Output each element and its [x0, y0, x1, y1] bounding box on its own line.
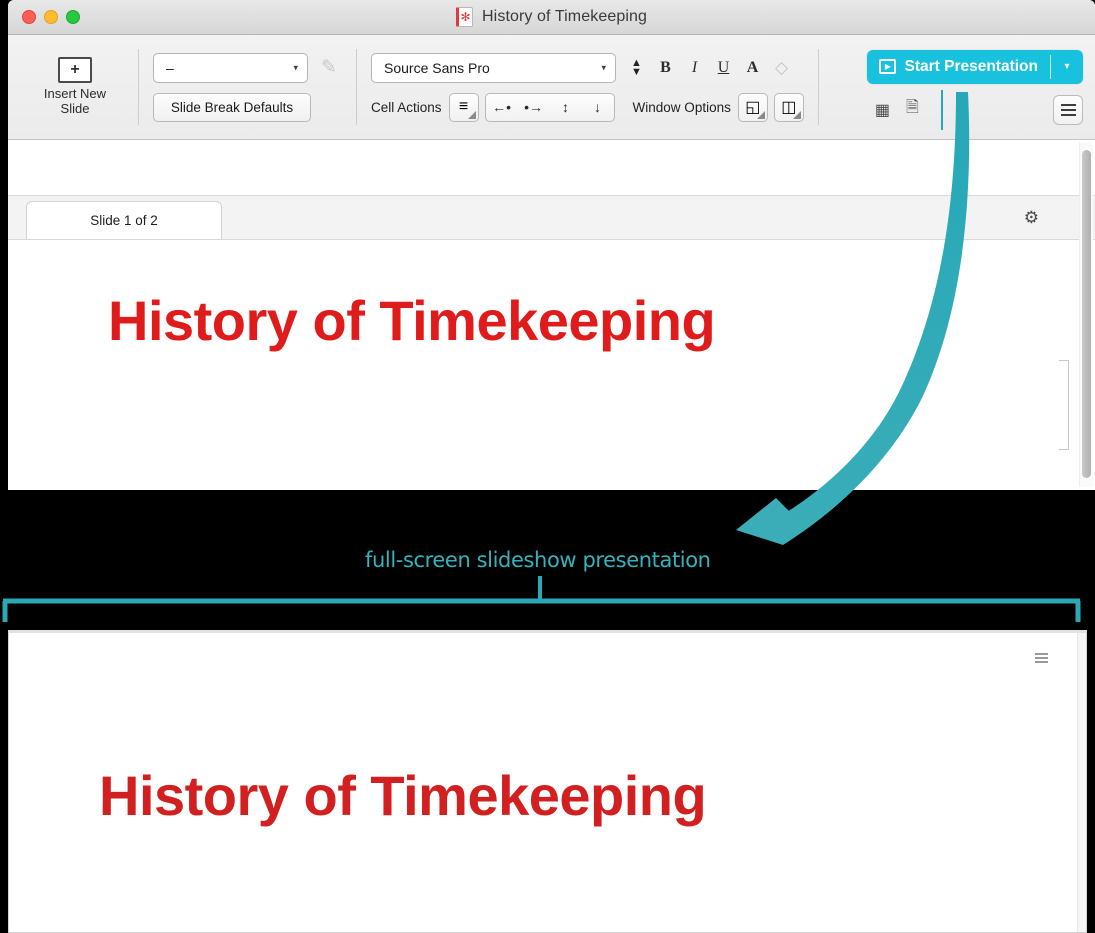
maximize-button[interactable] [66, 10, 80, 24]
slide-canvas: History of Timekeeping [8, 240, 1095, 484]
clear-formatting-icon[interactable]: ◇ [769, 55, 794, 81]
insert-new-slide-label: Insert New Slide [43, 86, 107, 116]
toolbar-divider-3 [817, 49, 819, 125]
format-group: Source Sans Pro ▾ ▲ ▼ B I U A ◇ Cell Acti… [361, 35, 814, 139]
teal-divider [941, 89, 944, 130]
start-presentation-button[interactable]: ▶ Start Presentation ▾ [867, 49, 1083, 84]
toolbar-divider [138, 49, 139, 125]
grid-view-icon[interactable]: ▦ [867, 97, 897, 123]
gear-icon[interactable]: ⚙ [1024, 208, 1039, 228]
presentation-scrollbar[interactable] [1077, 633, 1086, 932]
title-bar: ✻ History of Timekeeping [8, 0, 1095, 35]
presentation-slide-title: History of Timekeeping [99, 764, 707, 827]
annotation-label: full-screen slideshow presentation [365, 548, 711, 572]
traffic-lights [22, 10, 80, 24]
start-presentation-label: Start Presentation [904, 57, 1038, 75]
pen-strike-icon[interactable]: ✎ [316, 55, 342, 81]
close-button[interactable] [22, 10, 36, 24]
split-view-icon[interactable]: ◫ [773, 92, 804, 122]
slide-title-text[interactable]: History of Timekeeping [108, 288, 716, 353]
move-left-icon[interactable]: ←• [486, 94, 518, 121]
toolbar-divider-2 [356, 49, 357, 125]
minimize-button[interactable] [44, 10, 58, 24]
cell-actions-row: Cell Actions ≡ ←• •→ ↕ ↓ Window Options … [371, 92, 804, 122]
start-presentation-dropdown[interactable]: ▾ [1051, 61, 1083, 72]
toolbar: + Insert New Slide – ▾ ✎ Slide Break Def… [8, 35, 1095, 140]
arrow-head [736, 498, 800, 545]
window-title: History of Timekeeping [482, 8, 647, 25]
editor-window: ✻ History of Timekeeping + Insert New Sl… [8, 0, 1095, 490]
presenter-notes-icon[interactable]: 🗎 [897, 97, 927, 123]
window-options-label: Window Options [632, 99, 731, 115]
blank-strip [8, 140, 1095, 196]
document-icon: ✻ [456, 7, 474, 27]
font-family-value: Source Sans Pro [384, 59, 490, 76]
insert-new-slide-button[interactable]: + Insert New Slide [16, 35, 134, 139]
move-down-icon[interactable]: ↓ [582, 94, 614, 121]
tab-bar: Slide 1 of 2 ⚙ [8, 196, 1095, 240]
presentation-window: History of Timekeeping [8, 630, 1087, 933]
text-color-button[interactable]: A [740, 55, 765, 81]
tab-slide-1-of-2[interactable]: Slide 1 of 2 [26, 201, 222, 239]
underline-button[interactable]: U [711, 55, 736, 81]
vertical-scrollbar-thumb[interactable] [1082, 150, 1091, 478]
play-icon: ▶ [879, 59, 897, 74]
presentation-group: ▶ Start Presentation ▾ ▦ 🗎 [855, 35, 1087, 139]
bold-button[interactable]: B [653, 55, 678, 81]
plus-glyph: + [70, 61, 80, 79]
move-right-icon[interactable]: •→ [518, 94, 550, 121]
slide-break-defaults-row: Slide Break Defaults [153, 92, 342, 122]
presentation-menu-icon[interactable] [1035, 653, 1048, 663]
slide-break-row: – ▾ ✎ [153, 52, 342, 83]
align-left-icon[interactable]: ≡ [448, 92, 479, 122]
menu-icon[interactable] [1053, 94, 1083, 125]
slide-break-group: – ▾ ✎ Slide Break Defaults [143, 35, 352, 139]
cell-actions-label: Cell Actions [371, 99, 442, 115]
title-center: ✻ History of Timekeeping [8, 7, 1095, 27]
secondary-toolbar-row: ▦ 🗎 [867, 89, 1083, 130]
italic-button[interactable]: I [682, 55, 707, 81]
font-size-stepper[interactable]: ▲ ▼ [624, 55, 649, 81]
plus-in-slide-icon: + [58, 57, 92, 84]
format-icons: ▲ ▼ B I U A ◇ [624, 55, 794, 81]
cell-move-buttons: ←• •→ ↕ ↓ [484, 92, 615, 122]
font-family-select[interactable]: Source Sans Pro ▾ [371, 52, 616, 83]
font-row: Source Sans Pro ▾ ▲ ▼ B I U A ◇ [371, 52, 804, 83]
slide-break-defaults-button[interactable]: Slide Break Defaults [153, 92, 311, 122]
slide-break-value: – [166, 59, 174, 76]
text-frame-bracket [1059, 360, 1069, 450]
chevron-down-icon: ▾ [293, 62, 298, 72]
slide-break-select[interactable]: – ▾ [153, 52, 308, 83]
fullscreen-icon[interactable]: ◱ [737, 92, 768, 122]
move-up-icon[interactable]: ↕ [550, 94, 582, 121]
chevron-down-icon: ▾ [601, 62, 606, 72]
